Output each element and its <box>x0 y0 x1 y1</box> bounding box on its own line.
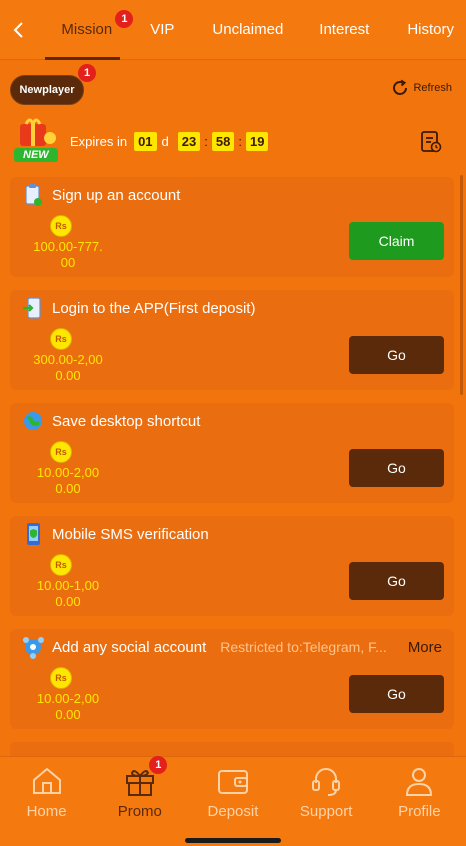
nav-label: Promo <box>117 803 162 820</box>
reward-amount: 10.00-2,00 0.00 <box>18 465 118 497</box>
newplayer-label: Newplayer <box>19 84 75 96</box>
tab-mission[interactable]: Mission 1 <box>35 0 134 60</box>
refresh-button[interactable]: Refresh <box>391 79 452 97</box>
clipboard-icon <box>25 184 42 206</box>
task-title: Add any social account <box>52 638 207 656</box>
globe-icon <box>24 412 42 430</box>
task-title: Sign up an account <box>52 186 181 204</box>
rupee-coin-icon: Rs <box>50 441 72 463</box>
chevron-left-icon <box>13 21 23 38</box>
rupee-coin-icon: Rs <box>50 328 72 350</box>
amount-line: 0.00 <box>55 368 81 383</box>
task-card-social-account: Add any social account Restricted to:Tel… <box>10 629 454 729</box>
rupee-coin-icon: Rs <box>50 554 72 576</box>
reward-amount: 10.00-2,00 0.00 <box>18 691 118 723</box>
newplayer-row: Newplayer 1 Refresh <box>10 64 456 105</box>
go-button[interactable]: Go <box>349 675 444 713</box>
nav-label: Support <box>299 803 353 820</box>
amount-line: 00 <box>60 255 76 270</box>
countdown-seconds: 19 <box>245 132 269 151</box>
tab-label: VIP <box>150 21 175 38</box>
tab-label: Mission <box>61 21 113 38</box>
tab-history[interactable]: History <box>381 0 466 60</box>
expiry-row: NEW Expires in 01 d 23 : 58 : 19 <box>10 118 456 166</box>
task-card-login-app: Login to the APP(First deposit) Rs 300.0… <box>10 290 454 390</box>
countdown-days: 01 <box>134 132 157 151</box>
profile-icon <box>406 768 433 796</box>
claim-button[interactable]: Claim <box>349 222 444 260</box>
record-history-icon[interactable] <box>420 130 442 159</box>
amount-line: 0.00 <box>55 707 81 722</box>
app-login-icon <box>23 297 41 319</box>
tab-vip[interactable]: VIP <box>120 0 186 60</box>
go-button[interactable]: Go <box>349 336 444 374</box>
expiry-label: Expires in <box>70 134 128 149</box>
top-tab-bar: Mission 1 VIP Unclaimed Interest History <box>0 0 466 60</box>
restricted-note: Restricted to:Telegram, F... <box>220 639 387 655</box>
wallet-icon <box>217 770 248 794</box>
refresh-icon <box>393 79 408 95</box>
task-title: Save desktop shortcut <box>52 412 201 430</box>
nav-home[interactable]: Home <box>0 757 93 846</box>
tab-unclaimed[interactable]: Unclaimed <box>186 0 295 60</box>
nav-profile[interactable]: Profile <box>373 757 466 846</box>
headset-icon <box>312 768 341 796</box>
task-title-row: Add any social account Restricted to:Tel… <box>22 635 442 659</box>
amount-line: 10.00-1,00 <box>36 578 100 593</box>
back-button[interactable] <box>0 0 35 60</box>
reward-amount: 100.00-777. 00 <box>18 239 118 271</box>
reward-amount: 10.00-1,00 0.00 <box>18 578 118 610</box>
day-unit: d <box>161 134 169 149</box>
phone-shield-icon <box>27 523 40 545</box>
new-gift-icon: NEW <box>10 118 66 166</box>
task-title-row: Save desktop shortcut <box>22 409 442 433</box>
nav-deposit[interactable]: Deposit <box>186 757 279 846</box>
task-card-sms-verification: Mobile SMS verification Rs 10.00-1,00 0.… <box>10 516 454 616</box>
task-title-row: Login to the APP(First deposit) <box>22 296 442 320</box>
tab-interest[interactable]: Interest <box>295 0 381 60</box>
bottom-navigation: Home 1 Promo Deposit Support Profile <box>0 756 466 846</box>
colon-separator: : <box>238 134 242 149</box>
refresh-label: Refresh <box>413 82 452 94</box>
go-button[interactable]: Go <box>349 562 444 600</box>
tab-label: Unclaimed <box>212 21 284 38</box>
nav-label: Home <box>26 803 67 820</box>
countdown-minutes: 58 <box>211 132 235 151</box>
nav-support[interactable]: Support <box>280 757 373 846</box>
nav-label: Deposit <box>207 803 259 820</box>
amount-line: 0.00 <box>55 594 81 609</box>
reward-amount: 300.00-2,00 0.00 <box>18 352 118 384</box>
tab-label: History <box>407 21 454 38</box>
countdown-hours: 23 <box>177 132 201 151</box>
next-task-card-peek <box>10 742 454 756</box>
home-icon <box>32 767 61 794</box>
newplayer-button[interactable]: Newplayer <box>10 75 84 105</box>
scrollbar[interactable] <box>460 175 463 395</box>
rupee-coin-icon: Rs <box>50 667 72 689</box>
colon-separator: : <box>204 134 208 149</box>
nav-promo[interactable]: 1 Promo <box>93 756 186 846</box>
promo-badge: 1 <box>149 756 168 774</box>
task-title: Login to the APP(First deposit) <box>52 299 256 317</box>
rupee-coin-icon: Rs <box>50 215 72 237</box>
go-button[interactable]: Go <box>349 449 444 487</box>
nav-label: Profile <box>398 803 441 820</box>
amount-line: 10.00-2,00 <box>36 691 100 706</box>
home-indicator <box>185 838 281 843</box>
task-title-row: Sign up an account <box>22 183 442 207</box>
tab-label: Interest <box>319 21 370 38</box>
social-icon <box>23 637 44 659</box>
task-card-signup: Sign up an account Rs 100.00-777. 00 Cla… <box>10 177 454 277</box>
more-link[interactable]: More <box>408 639 442 656</box>
amount-line: 300.00-2,00 <box>33 352 103 367</box>
amount-line: 0.00 <box>55 481 81 496</box>
task-card-desktop-shortcut: Save desktop shortcut Rs 10.00-2,00 0.00… <box>10 403 454 503</box>
task-title-row: Mobile SMS verification <box>22 522 442 546</box>
newplayer-badge: 1 <box>78 64 96 82</box>
amount-line: 100.00-777. <box>33 239 103 254</box>
amount-line: 10.00-2,00 <box>36 465 100 480</box>
new-label: NEW <box>23 149 49 161</box>
task-title: Mobile SMS verification <box>52 525 209 543</box>
expiry-countdown: Expires in 01 d 23 : 58 : 19 <box>70 132 271 151</box>
